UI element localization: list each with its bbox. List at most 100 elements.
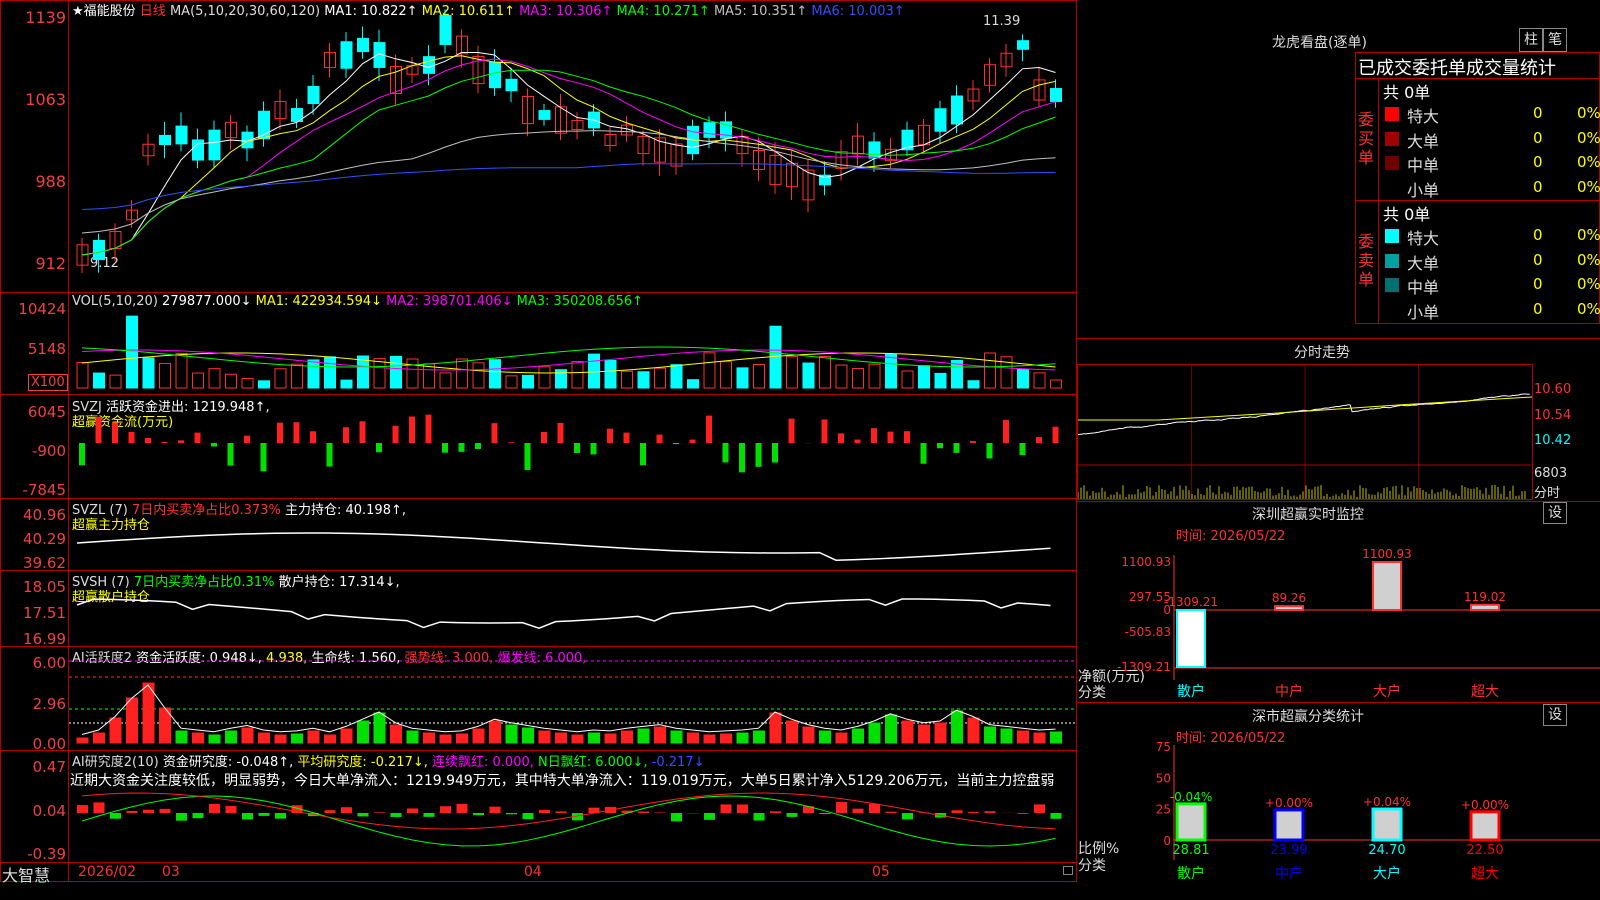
flow-bar — [607, 428, 613, 443]
activity-bar — [967, 717, 980, 744]
flow-bar — [293, 422, 300, 443]
order-percent: 0% — [1577, 299, 1600, 318]
buy-row-3: 小单 0 0% — [1383, 177, 1600, 201]
candle-body — [208, 129, 221, 161]
aires-chart[interactable] — [69, 751, 1076, 862]
aires-axis-2: 0.04 — [32, 802, 66, 820]
flow-bar — [1003, 419, 1009, 443]
aiact-chart[interactable] — [69, 647, 1076, 750]
sell-side-text: 委卖单 — [1358, 232, 1375, 289]
flow-bar — [524, 443, 531, 471]
volume-bar — [670, 364, 683, 389]
class-category-label: 中户 — [1275, 865, 1303, 882]
ma-line-4 — [81, 69, 1056, 256]
volume-bar — [324, 356, 336, 389]
activity-bar — [522, 727, 534, 744]
flow-bar — [425, 414, 432, 443]
volume-bar — [439, 372, 452, 389]
research-bar — [77, 805, 88, 813]
activity-bar — [588, 732, 600, 744]
monitor-settings-button[interactable]: 设 — [1543, 502, 1567, 524]
volume-bar — [472, 362, 485, 389]
flow-bar — [244, 435, 250, 443]
svsh-chart[interactable] — [69, 571, 1076, 646]
flow-bar — [739, 443, 745, 473]
research-bar — [324, 810, 336, 813]
flow-bar — [359, 421, 366, 443]
order-table-tabs[interactable]: 已成交委托单成交量统计 — [1358, 54, 1600, 80]
activity-bar — [373, 712, 386, 744]
ma-line-2 — [81, 55, 1056, 256]
research-bar — [1034, 804, 1045, 813]
volume-bar — [241, 377, 254, 389]
color-swatch — [1385, 253, 1399, 268]
fenshi-axis-3: 10.42 — [1534, 433, 1572, 448]
research-bar — [506, 813, 517, 815]
class-category-label: 大户 — [1373, 865, 1401, 882]
order-percent: 0% — [1577, 153, 1600, 171]
activity-bar — [175, 730, 188, 744]
research-bar — [242, 813, 253, 820]
svzj-chart[interactable] — [69, 395, 1076, 498]
flow-bar — [557, 422, 564, 443]
research-bar — [176, 813, 187, 821]
class-value-label: 24.70 — [1368, 843, 1405, 858]
volume-bar — [621, 370, 633, 389]
flow-bar — [211, 443, 217, 447]
monitor-chart[interactable]: 1100.93297.550-505.83-1309.21-1309.21散户8… — [1077, 540, 1600, 700]
activity-bar — [753, 730, 765, 744]
order-size-label: 小单 — [1407, 302, 1440, 322]
lock-icon[interactable] — [1063, 866, 1073, 875]
research-bar — [951, 810, 963, 813]
activity-bar — [819, 730, 831, 744]
flow-bar — [673, 443, 679, 445]
sell-row-3: 小单 0 0% — [1383, 299, 1600, 323]
monitor-title: 深圳超赢实时监控 — [1252, 507, 1364, 523]
activity-bar — [324, 734, 336, 744]
volume-bar — [1050, 379, 1062, 389]
monitor-bar — [1274, 605, 1304, 611]
order-percent: 0% — [1577, 250, 1600, 269]
volume-bar — [175, 352, 188, 389]
volume-bar — [835, 364, 848, 389]
bar-mode-button[interactable]: 柱 — [1519, 28, 1543, 52]
fenshi-chart[interactable] — [1078, 365, 1532, 499]
research-bar — [522, 813, 534, 820]
date-2: 03 — [162, 864, 180, 880]
research-bar — [902, 813, 913, 820]
classstat-settings-button[interactable]: 设 — [1543, 704, 1567, 726]
class-value-label: 22.50 — [1466, 843, 1503, 858]
flow-bar — [491, 423, 498, 443]
price-chart[interactable] — [69, 0, 1076, 292]
order-percent: 0% — [1577, 275, 1600, 293]
tick-mode-button[interactable]: 笔 — [1543, 28, 1567, 52]
volume-bar — [225, 373, 237, 389]
order-size-label: 特大 — [1407, 107, 1440, 126]
monitor-category-label: 中户 — [1275, 683, 1303, 700]
volume-bar — [76, 362, 89, 389]
volume-bar — [885, 353, 897, 389]
research-bar — [869, 803, 880, 813]
research-bar — [374, 812, 385, 813]
price-axis-2: 1063 — [25, 90, 66, 109]
order-percent: 0% — [1577, 104, 1600, 122]
research-bar — [968, 811, 979, 813]
volume-chart[interactable] — [69, 293, 1076, 394]
volume-bar — [736, 367, 749, 389]
flow-bar — [376, 443, 382, 453]
price-axis-4: 912 — [35, 254, 66, 273]
price-axis-1: 1139 — [25, 8, 66, 27]
svzl-chart[interactable] — [69, 499, 1076, 570]
class-change-label: +0.04% — [1363, 795, 1411, 809]
class-change-label: -0.04% — [1170, 790, 1212, 804]
monitor-value-label: 119.02 — [1464, 590, 1506, 604]
activity-bar — [225, 730, 237, 744]
svzl-axis-2: 40.29 — [23, 530, 66, 548]
research-bar — [1017, 813, 1029, 814]
candle-body — [505, 78, 518, 92]
flow-bar — [871, 428, 877, 443]
candle-body — [538, 110, 551, 120]
research-bar — [720, 804, 732, 813]
buy-row-2: 中单 0 0% — [1383, 152, 1600, 176]
classstat-chart[interactable]: 75 50 25 0 -0.04% 28.81 散户 +0.00% 23.99 中户 +0.04% 2… — [1077, 740, 1600, 900]
